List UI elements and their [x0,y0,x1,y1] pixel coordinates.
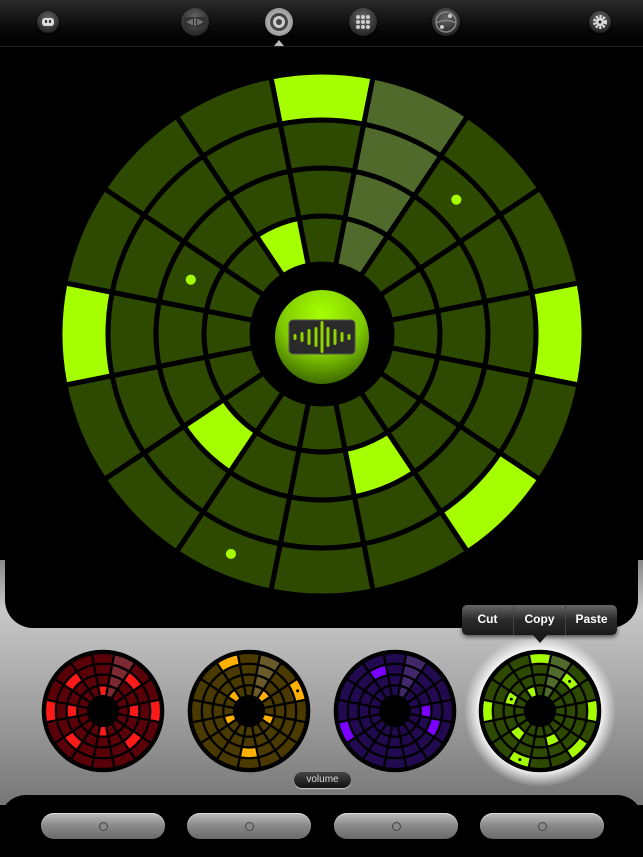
step-cell[interactable] [527,651,553,666]
step-cell[interactable] [90,651,116,666]
track-button-4[interactable] [480,813,604,839]
step-cell[interactable] [105,289,162,379]
led-icon [244,821,254,831]
pattern-wheel-2[interactable] [187,649,311,773]
context-menu: Cut Copy Paste [462,605,617,635]
note-dot [451,194,462,205]
cut-button[interactable]: Cut [462,605,514,635]
led-icon [537,821,547,831]
step-cell[interactable] [382,756,408,771]
step-cell[interactable] [268,69,376,127]
led-icon [98,821,108,831]
note-dot [568,679,572,683]
note-dot [509,697,513,701]
step-cell[interactable] [482,289,539,379]
note-dot [518,758,522,762]
step-cell[interactable] [480,698,495,724]
step-cell[interactable] [90,756,116,771]
paste-button[interactable]: Paste [566,605,617,635]
waveform-icon [288,319,356,355]
note-dot [296,689,300,693]
volume-button[interactable]: volume [294,772,351,788]
note-dot [185,274,196,285]
step-cell[interactable] [236,756,262,771]
step-cell[interactable] [57,280,115,388]
step-cell[interactable] [440,698,455,724]
step-cell[interactable] [189,698,204,724]
step-cell[interactable] [277,117,367,174]
step-cell[interactable] [527,756,553,771]
step-cell[interactable] [277,494,367,551]
copy-button[interactable]: Copy [514,605,566,635]
step-cell[interactable] [148,698,163,724]
note-dot [225,548,236,559]
center-play-button[interactable] [275,290,369,384]
step-cell[interactable] [236,651,262,666]
step-cell[interactable] [294,698,309,724]
step-cell[interactable] [268,541,376,599]
track-button-1[interactable] [41,813,165,839]
step-cell[interactable] [335,698,350,724]
led-icon [391,821,401,831]
pattern-wheel-3[interactable] [333,649,457,773]
sequencer-wheels [41,64,616,787]
track-button-3[interactable] [334,813,458,839]
pattern-wheel-1[interactable] [41,649,165,773]
step-cell[interactable] [43,698,58,724]
step-cell[interactable] [382,651,408,666]
context-menu-arrow [533,635,547,643]
track-button-2[interactable] [187,813,311,839]
step-cell[interactable] [585,698,600,724]
pattern-wheel-4[interactable] [478,649,602,773]
step-cell[interactable] [529,280,587,388]
